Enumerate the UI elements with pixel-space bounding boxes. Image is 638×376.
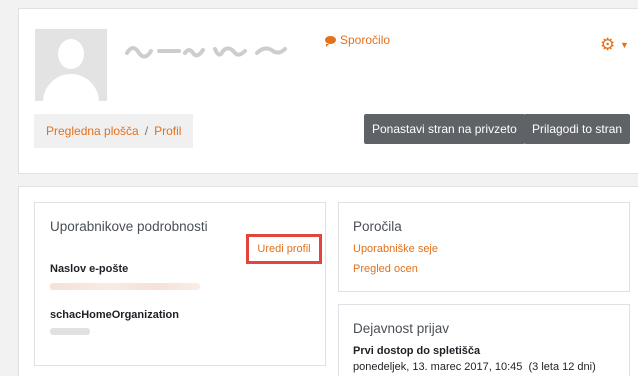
- message-link[interactable]: Sporočilo: [325, 33, 390, 47]
- user-name-redacted: [125, 46, 287, 59]
- breadcrumb: Pregledna plošča / Profil: [34, 114, 194, 148]
- breadcrumb-dashboard[interactable]: Pregledna plošča: [46, 124, 139, 138]
- avatar[interactable]: [35, 29, 107, 101]
- user-details-title: Uporabnikove podrobnosti: [50, 219, 208, 234]
- user-details-panel: Uporabnikove podrobnosti Naslov e-pošte …: [34, 202, 326, 366]
- breadcrumb-profile[interactable]: Profil: [154, 124, 181, 138]
- reports-panel: Poročila Uporabniške seje Pregled ocen: [338, 202, 630, 292]
- avatar-body: [43, 74, 99, 101]
- edit-profile-link[interactable]: Uredi profil: [246, 234, 322, 264]
- user-sessions-link[interactable]: Uporabniške seje: [353, 243, 438, 255]
- org-label: schacHomeOrganization: [50, 309, 179, 321]
- profile-header: Sporočilo ⚙ ▼: [18, 8, 638, 174]
- gear-icon[interactable]: ⚙: [600, 36, 615, 53]
- breadcrumb-separator: /: [144, 124, 149, 138]
- org-value-redacted: [50, 328, 90, 335]
- reset-page-button[interactable]: Ponastavi stran na privzeto: [364, 114, 525, 144]
- message-link-label: Sporočilo: [340, 33, 391, 47]
- reports-title: Poročila: [353, 219, 402, 234]
- avatar-head: [58, 39, 84, 69]
- chevron-down-icon[interactable]: ▼: [620, 40, 629, 50]
- first-access-value: ponedeljek, 13. marec 2017, 10:45 (3 let…: [353, 361, 596, 373]
- customize-page-button[interactable]: Prilagodi to stran: [524, 114, 631, 144]
- grades-overview-link[interactable]: Pregled ocen: [353, 263, 418, 275]
- login-activity-panel: Dejavnost prijav Prvi dostop do spletišč…: [338, 304, 630, 376]
- email-value-redacted: [50, 283, 200, 290]
- first-access-label: Prvi dostop do spletišča: [353, 345, 481, 357]
- login-activity-title: Dejavnost prijav: [353, 321, 450, 336]
- speech-bubble-icon: [325, 36, 336, 47]
- email-label: Naslov e-pošte: [50, 263, 129, 275]
